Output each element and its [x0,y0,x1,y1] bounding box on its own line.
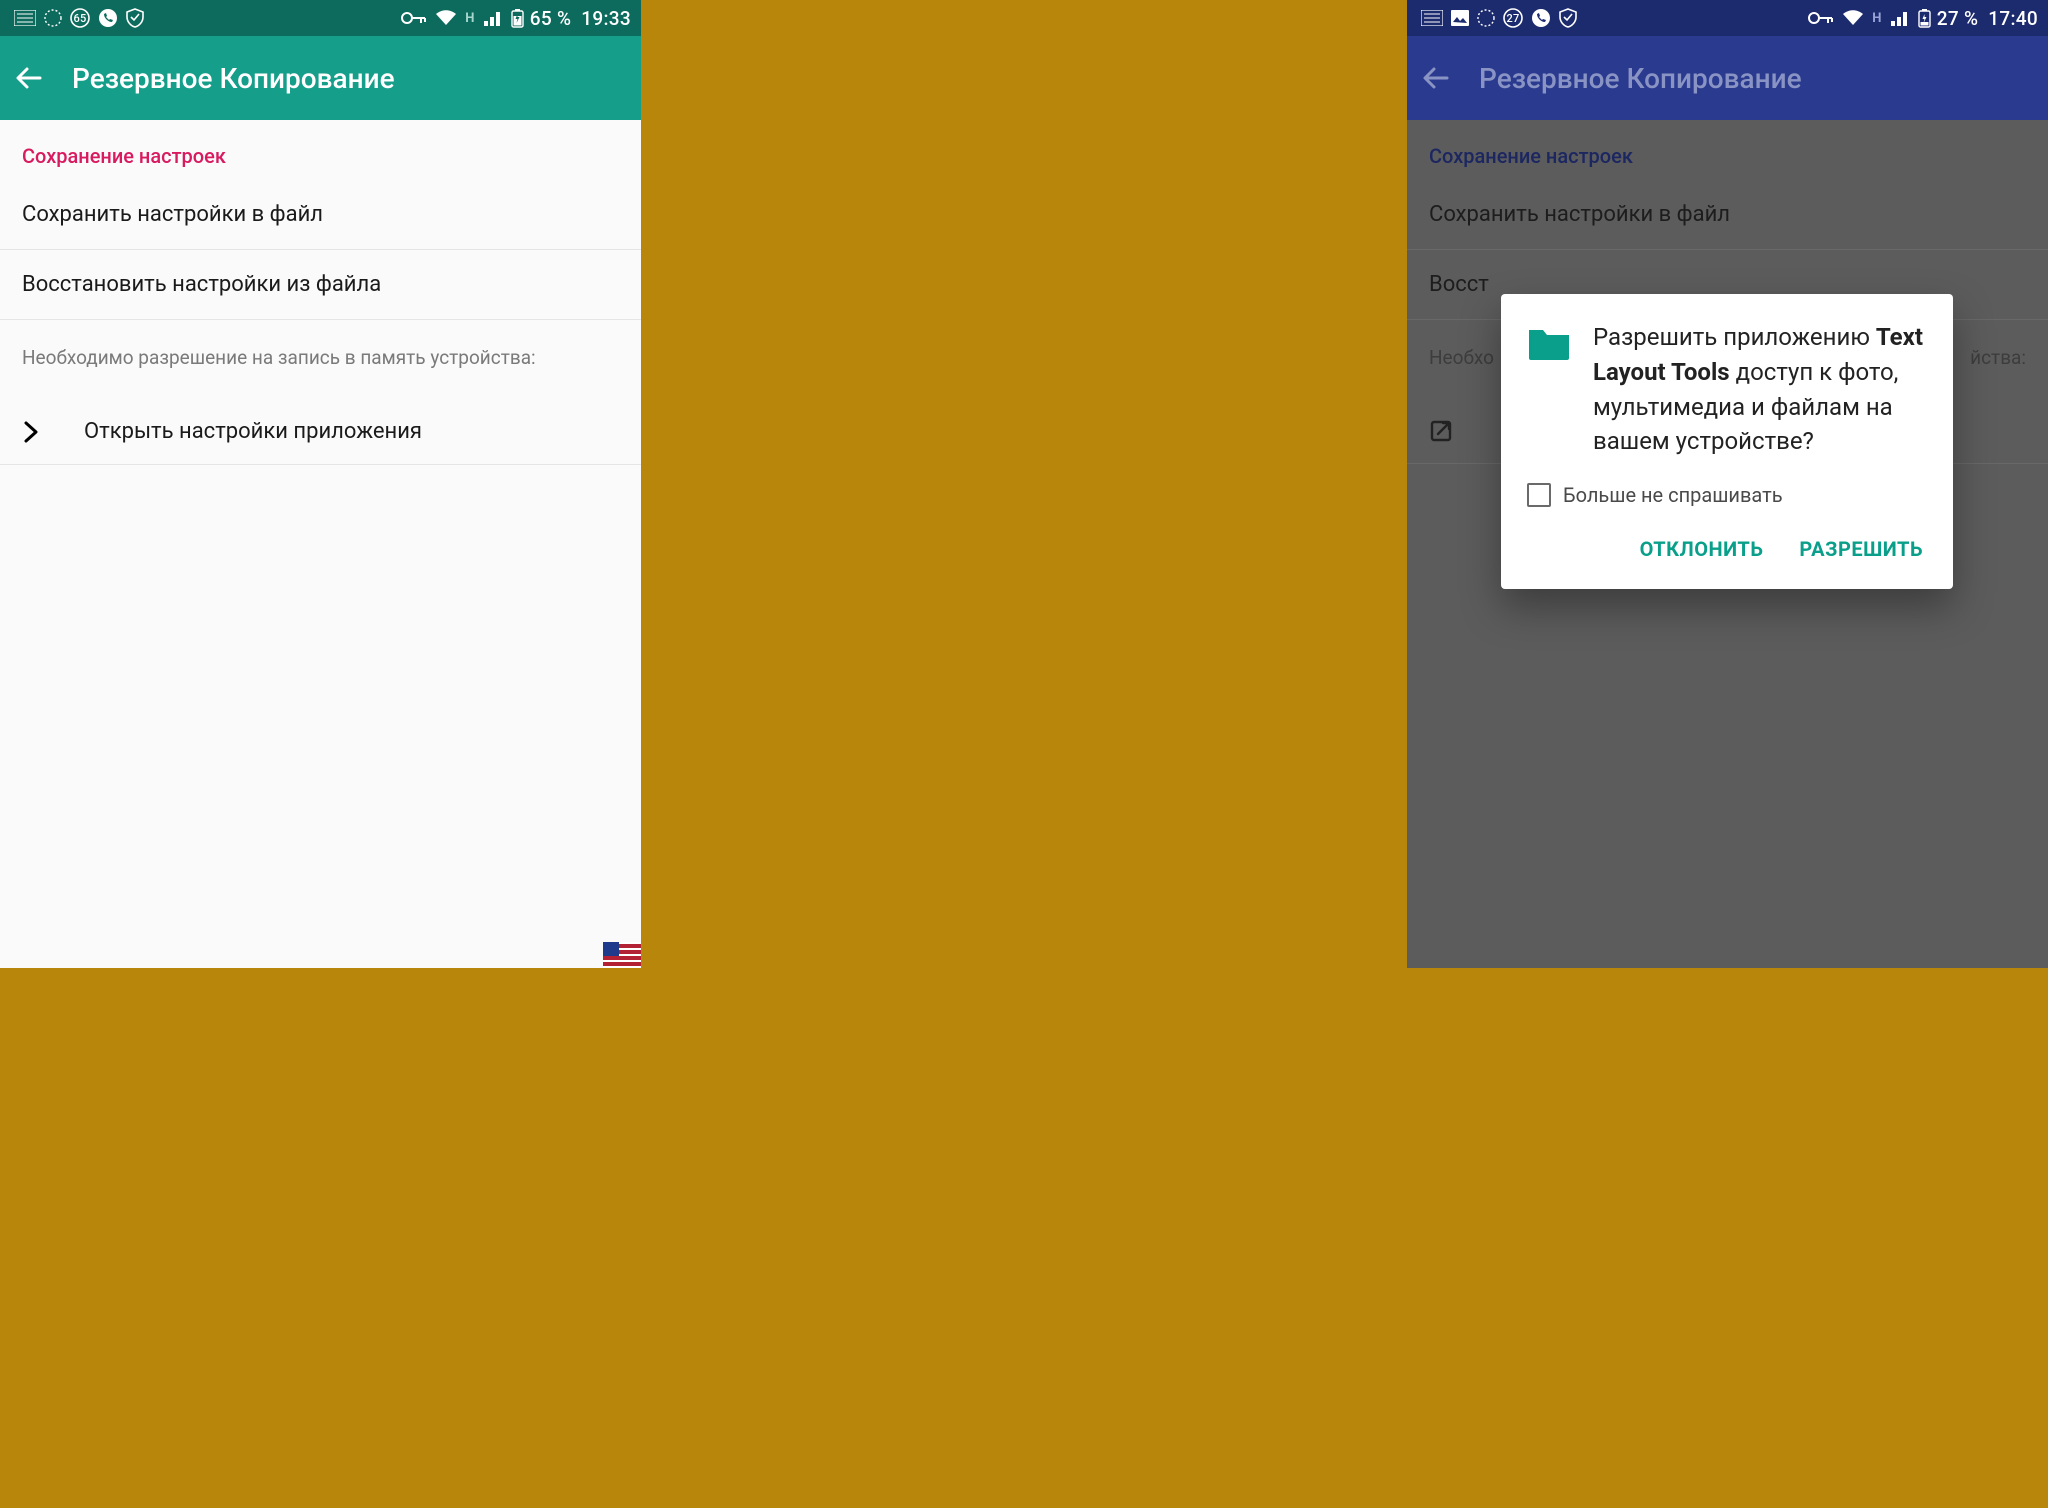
phone-screen-left: 65 H 65 % 19:33 Резервное Копирование Со… [0,0,641,968]
network-h-icon: H [1872,11,1881,26]
save-settings-row[interactable]: Сохранить настройки в файл [0,180,641,250]
image-icon [1451,10,1469,26]
signal-icon [1890,10,1910,26]
svg-text:65: 65 [73,12,86,25]
shield-icon [126,8,144,28]
arrow-left-icon [1421,63,1451,93]
battery-icon [511,8,524,28]
open-app-settings-row[interactable]: Открыть настройки приложения [0,399,641,465]
phone-icon [1531,8,1551,28]
keyboard-icon [1421,10,1443,26]
permission-hint: Необходимо разрешение на запись в память… [0,320,641,399]
network-h-icon: H [465,11,474,26]
back-button[interactable] [1421,63,1461,93]
allow-button[interactable]: РАЗРЕШИТЬ [1795,527,1927,571]
dialog-actions: ОТКЛОНИТЬ РАЗРЕШИТЬ [1527,521,1927,571]
back-button[interactable] [14,63,54,93]
checkbox-icon[interactable] [1527,483,1551,507]
deny-button[interactable]: ОТКЛОНИТЬ [1636,527,1768,571]
content-area: Сохранение настроек Сохранить настройки … [0,120,641,968]
status-bar: 27 H 27 % 17:40 [1407,0,2048,36]
open-app-settings-label: Открыть настройки приложения [84,419,422,444]
dont-ask-label: Больше не спрашивать [1563,483,1783,507]
divider-gap [641,0,1407,968]
us-flag-icon [603,942,641,968]
wifi-icon [435,9,457,27]
phone-screen-right: 27 H 27 % 17:40 Резервное Копирование Со… [1407,0,2048,968]
status-bar: 65 H 65 % 19:33 [0,0,641,36]
loading-icon [44,9,62,27]
status-time: 19:33 [581,7,631,30]
content-area: Сохранение настроек Сохранить настройки … [1407,120,2048,968]
section-header: Сохранение настроек [0,120,641,180]
permission-dialog: Разрешить приложению Text Layout Tools д… [1501,294,1953,589]
circled-number-icon: 27 [1503,8,1523,28]
signal-icon [483,10,503,26]
dont-ask-checkbox-row[interactable]: Больше не спрашивать [1527,483,1927,507]
wifi-icon [1842,9,1864,27]
page-title: Резервное Копирование [72,62,395,95]
status-time: 17:40 [1988,7,2038,30]
loading-icon [1477,9,1495,27]
dialog-message: Разрешить приложению Text Layout Tools д… [1593,320,1927,459]
svg-text:27: 27 [1506,12,1519,25]
toolbar: Резервное Копирование [1407,36,2048,120]
battery-icon [1918,8,1931,28]
toolbar: Резервное Копирование [0,36,641,120]
shield-icon [1559,8,1577,28]
vpn-key-icon [1808,11,1834,25]
dialog-msg-prefix: Разрешить приложению [1593,323,1876,351]
arrow-left-icon [14,63,44,93]
circled-number-icon: 65 [70,8,90,28]
restore-settings-row[interactable]: Восстановить настройки из файла [0,250,641,320]
folder-icon [1527,324,1575,459]
battery-percent: 27 % [1937,7,1979,30]
battery-percent: 65 % [530,7,572,30]
chevron-right-icon [22,420,78,444]
vpn-key-icon [401,11,427,25]
page-title: Резервное Копирование [1479,62,1802,95]
keyboard-icon [14,10,36,26]
phone-icon [98,8,118,28]
